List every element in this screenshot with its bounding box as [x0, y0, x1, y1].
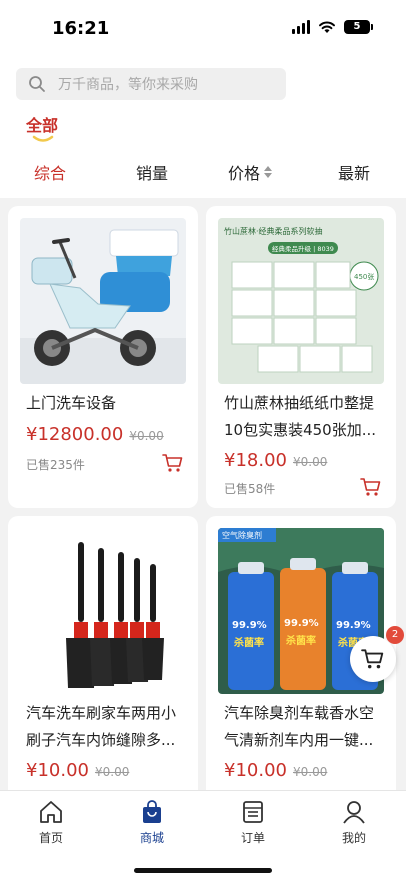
original-price: ¥0.00 — [129, 429, 164, 443]
sort-arrows-icon — [264, 166, 273, 178]
wifi-icon — [319, 21, 335, 33]
sort-tab-price[interactable]: 价格 — [228, 160, 273, 184]
status-time: 16:21 — [52, 18, 110, 39]
product-price: ¥10.00 — [224, 760, 287, 781]
tabbar-item-home[interactable]: 首页 — [21, 799, 81, 846]
sort-tab-price-label: 价格 — [228, 164, 261, 183]
order-icon — [243, 801, 263, 823]
add-to-cart-icon[interactable] — [360, 476, 382, 498]
svg-text:经典柔品升级 | 8039: 经典柔品升级 | 8039 — [272, 244, 334, 253]
tabbar-label: 首页 — [38, 831, 63, 845]
price-line: ¥10.00 ¥0.00 — [224, 760, 327, 781]
cart-count-badge: 2 — [386, 626, 404, 644]
tabbar-item-mall[interactable]: 商城 — [122, 799, 182, 846]
product-title: 汽车除臭剂车载香水空气清新剂车内用一键... — [224, 704, 375, 749]
status-icons: 5 — [292, 20, 373, 34]
svg-text:竹山蔗林·经典柔品系列软抽: 竹山蔗林·经典柔品系列软抽 — [224, 226, 323, 236]
price-line: ¥18.00 ¥0.00 — [224, 450, 327, 471]
tabbar-label: 商城 — [139, 831, 164, 845]
svg-text:杀菌率: 杀菌率 — [286, 634, 316, 647]
search-icon — [29, 76, 45, 92]
home-icon — [40, 801, 62, 823]
product-price: ¥18.00 — [224, 450, 287, 471]
product-title: 上门洗车设备 — [26, 394, 117, 412]
tabbar-item-orders[interactable]: 订单 — [223, 799, 283, 846]
user-icon — [343, 801, 365, 824]
sort-tabs: 综合 销量 价格 最新 — [0, 160, 406, 188]
price-line: ¥10.00 ¥0.00 — [26, 760, 129, 781]
sort-tab-comprehensive[interactable]: 综合 — [34, 160, 66, 184]
product-card[interactable]: 汽车洗车刷家车两用小刷子汽车内饰缝隙多... ¥10.00 ¥0.00 — [8, 516, 198, 806]
category-tab-all[interactable]: 全部 — [26, 112, 58, 136]
sort-tab-sales[interactable]: 销量 — [136, 160, 168, 184]
bottom-tab-bar: 首页 商城 订单 我的 — [0, 790, 406, 883]
product-image — [20, 528, 186, 694]
floating-cart-button[interactable]: 2 — [350, 626, 404, 682]
svg-text:450张: 450张 — [354, 272, 374, 281]
header: 万千商品，等你来采购 全部 综合 销量 价格 最新 — [0, 60, 406, 198]
cellular-signal-icon — [292, 20, 310, 34]
svg-text:99.9%: 99.9% — [284, 618, 319, 629]
sold-count: 已售58件 — [224, 482, 276, 496]
tabbar-item-profile[interactable]: 我的 — [324, 799, 384, 846]
cart-icon — [361, 649, 384, 669]
product-price: ¥10.00 — [26, 760, 89, 781]
product-card[interactable]: 上门洗车设备 ¥12800.00 ¥0.00 已售235件 — [8, 206, 198, 508]
product-card[interactable]: 竹山蔗林·经典柔品系列软抽 经典柔品升级 | 8039 450张 竹山蔗林抽纸纸… — [206, 206, 396, 508]
home-indicator — [134, 868, 272, 873]
category-active-indicator — [32, 135, 54, 142]
original-price: ¥0.00 — [94, 765, 130, 779]
tabbar-label: 订单 — [240, 831, 265, 845]
sort-tab-newest[interactable]: 最新 — [338, 160, 370, 184]
product-title: 竹山蔗林抽纸纸巾整提10包实惠装450张加... — [224, 394, 377, 439]
svg-text:99.9%: 99.9% — [336, 620, 371, 631]
battery-icon: 5 — [344, 20, 373, 34]
svg-text:空气除臭剂: 空气除臭剂 — [222, 530, 262, 540]
original-price: ¥0.00 — [292, 455, 328, 469]
add-to-cart-icon[interactable] — [162, 452, 184, 474]
product-image: 竹山蔗林·经典柔品系列软抽 经典柔品升级 | 8039 450张 — [218, 218, 384, 384]
sold-count: 已售235件 — [26, 458, 85, 472]
original-price: ¥0.00 — [292, 765, 328, 779]
search-input[interactable]: 万千商品，等你来采购 — [16, 68, 286, 100]
shopping-bag-icon — [143, 800, 161, 823]
svg-text:99.9%: 99.9% — [232, 620, 267, 631]
product-title: 汽车洗车刷家车两用小刷子汽车内饰缝隙多... — [26, 704, 177, 749]
product-image — [20, 218, 186, 384]
svg-text:杀菌率: 杀菌率 — [234, 636, 264, 649]
search-placeholder: 万千商品，等你来采购 — [58, 77, 198, 93]
tabbar-label: 我的 — [341, 831, 366, 845]
status-bar: 16:21 5 — [0, 0, 406, 60]
price-line: ¥12800.00 ¥0.00 — [26, 424, 164, 445]
product-price: ¥12800.00 — [26, 424, 124, 445]
